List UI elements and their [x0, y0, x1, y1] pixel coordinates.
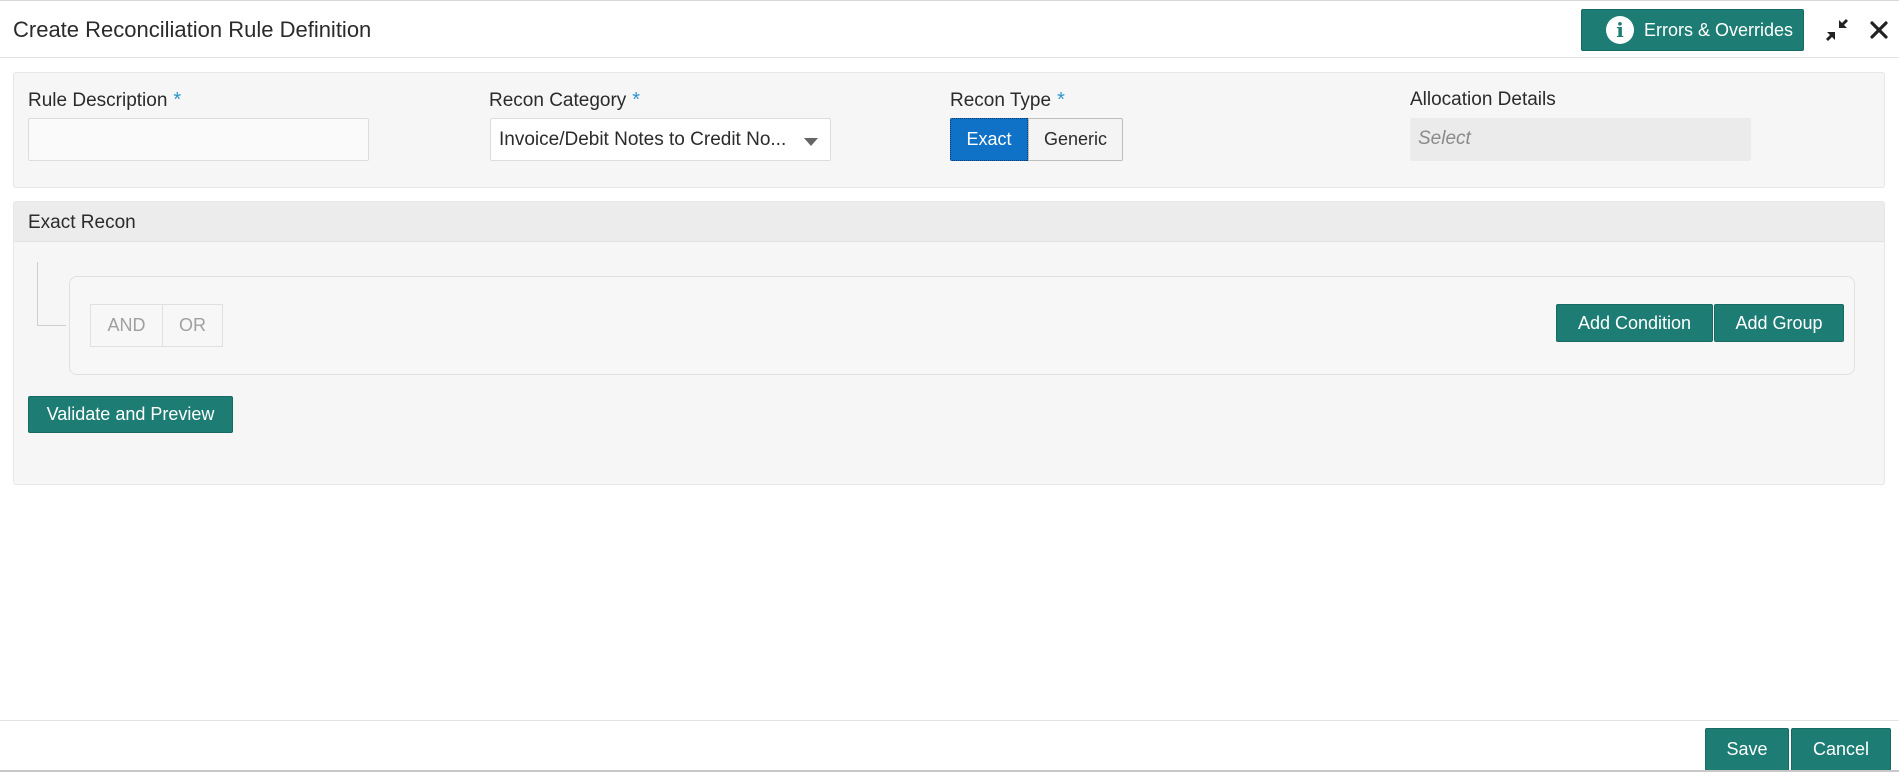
required-mark: * [173, 89, 182, 111]
tree-connector [37, 262, 66, 326]
recon-type-toggle: Exact Generic [950, 118, 1123, 161]
allocation-details-select[interactable]: Select [1410, 118, 1751, 161]
errors-overrides-button[interactable]: i Errors & Overrides [1581, 9, 1804, 51]
window-header: Create Reconciliation Rule Definition i … [0, 1, 1899, 58]
add-condition-button[interactable]: Add Condition [1556, 304, 1713, 342]
recon-category-value: Invoice/Debit Notes to Credit No... [499, 129, 787, 150]
rule-description-label: Rule Description * [28, 89, 182, 111]
cancel-button[interactable]: Cancel [1791, 728, 1891, 771]
required-mark: * [1057, 89, 1065, 111]
and-button[interactable]: AND [90, 304, 163, 347]
errors-overrides-label: Errors & Overrides [1644, 19, 1794, 40]
allocation-details-placeholder: Select [1418, 128, 1471, 149]
chevron-down-icon [804, 138, 818, 146]
close-icon[interactable] [1866, 17, 1892, 43]
recon-category-select[interactable]: Invoice/Debit Notes to Credit No... [490, 118, 831, 161]
save-button[interactable]: Save [1705, 728, 1789, 771]
recon-type-generic-button[interactable]: Generic [1028, 118, 1123, 161]
add-group-button[interactable]: Add Group [1714, 304, 1844, 342]
info-icon: i [1606, 16, 1634, 44]
recon-type-exact-button[interactable]: Exact [950, 118, 1028, 161]
recon-category-label: Recon Category * [489, 89, 641, 111]
logic-operator-toggle: AND OR [90, 304, 223, 347]
required-mark: * [632, 89, 641, 111]
or-button[interactable]: OR [163, 304, 223, 347]
window-footer: Save Cancel [0, 720, 1899, 772]
page-title: Create Reconciliation Rule Definition [13, 17, 372, 42]
exact-recon-header: Exact Recon [14, 202, 1884, 242]
rule-description-input[interactable] [28, 118, 369, 161]
reconciliation-rule-window: Create Reconciliation Rule Definition i … [0, 0, 1899, 772]
recon-type-label: Recon Type * [950, 89, 1065, 111]
minimize-icon[interactable] [1825, 18, 1849, 42]
rule-form-panel: Rule Description * Recon Category * Invoic… [13, 72, 1885, 188]
exact-recon-panel: Exact Recon AND OR Add Condition Add Gro… [13, 201, 1885, 485]
allocation-details-label: Allocation Details [1410, 89, 1556, 110]
validate-preview-button[interactable]: Validate and Preview [28, 396, 233, 433]
condition-group: AND OR Add Condition Add Group [69, 276, 1855, 375]
